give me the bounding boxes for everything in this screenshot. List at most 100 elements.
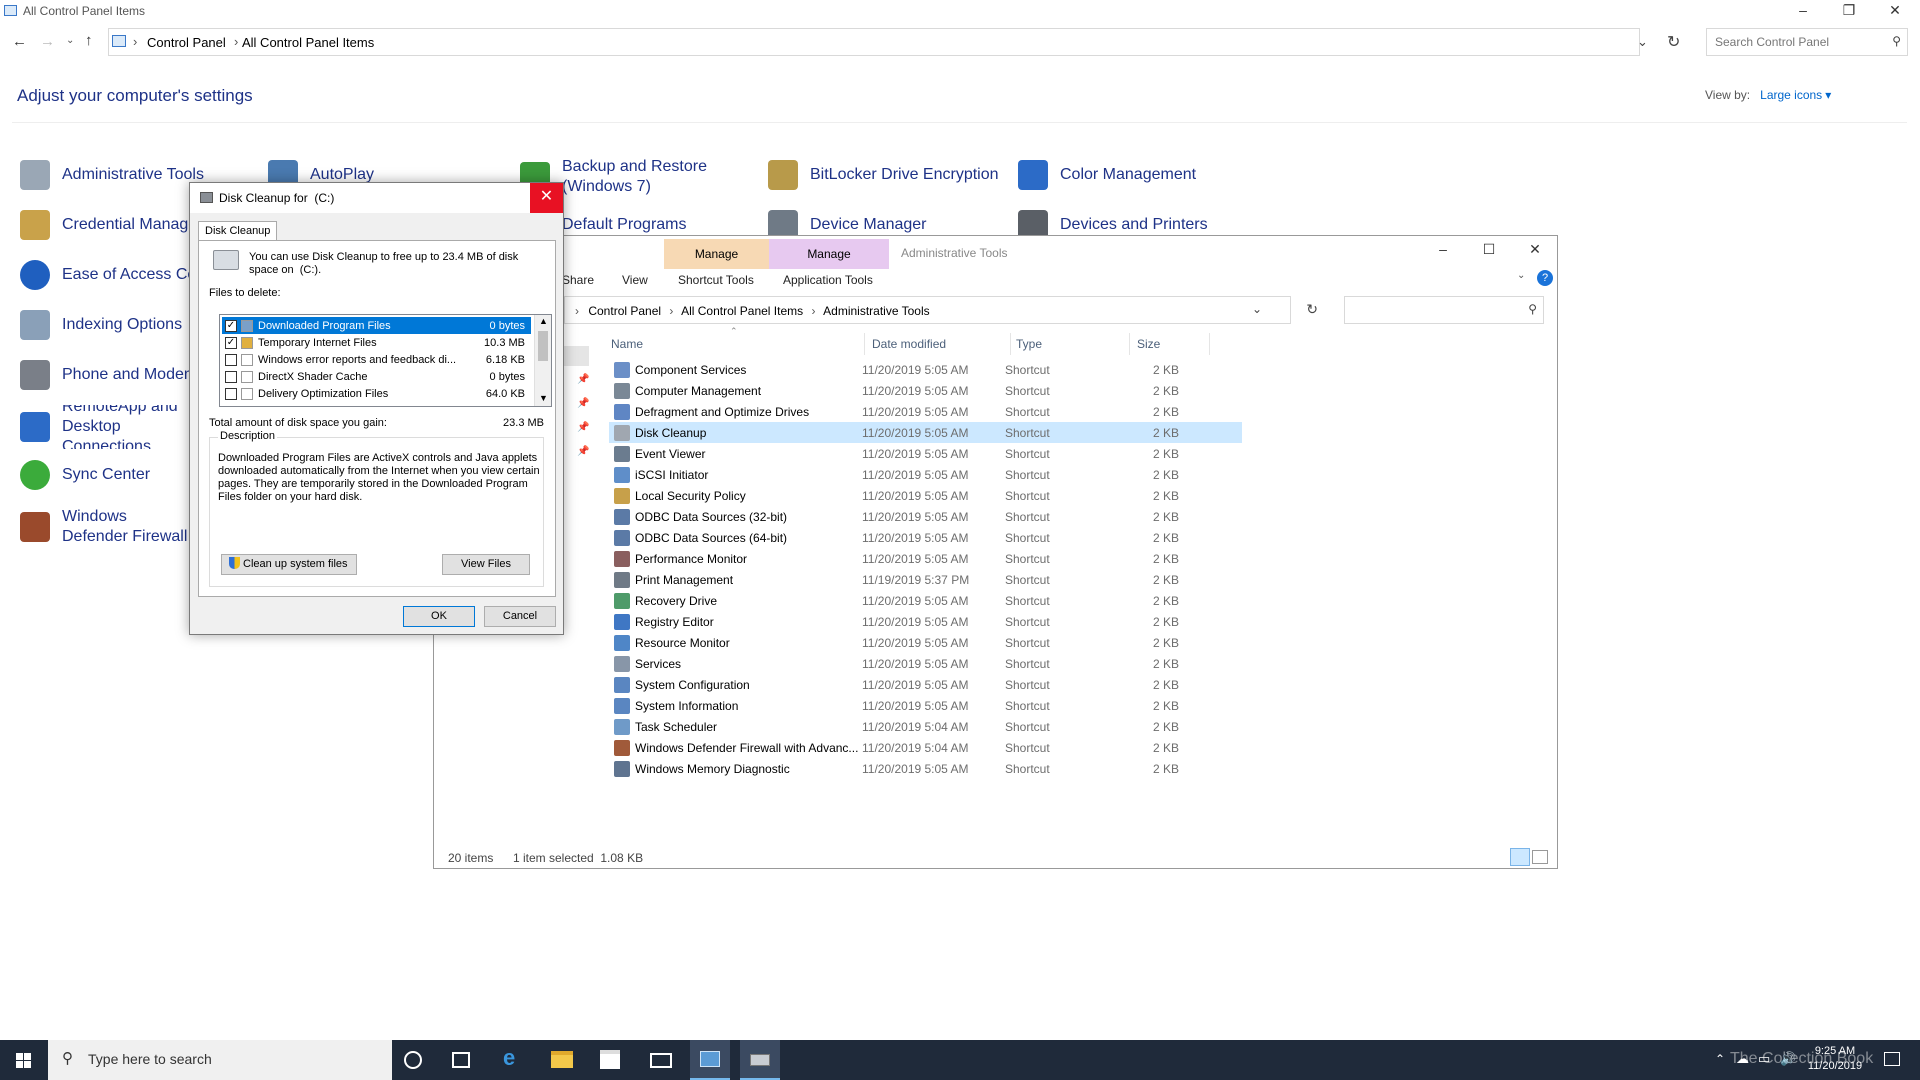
view-by-chevron-icon[interactable]: ▾: [1825, 88, 1831, 102]
address-dropdown-icon[interactable]: ⌄: [1252, 302, 1262, 316]
pin-icon[interactable]: 📌: [577, 398, 589, 409]
address-bar[interactable]: › Control Panel › All Control Panel Item…: [108, 28, 1648, 56]
breadcrumb-all-items[interactable]: All Control Panel Items: [681, 304, 803, 318]
files-to-delete-list[interactable]: ✓ Downloaded Program Files 0 bytes ✓ Tempora…: [219, 314, 552, 407]
cp-item-administrative-tools[interactable]: Administrative Tools: [20, 155, 204, 195]
start-button[interactable]: [0, 1040, 48, 1080]
tab-share[interactable]: Share: [562, 273, 594, 287]
details-view-icon[interactable]: [1510, 848, 1530, 866]
table-row[interactable]: Event Viewer 11/20/2019 5:05 AM Shortcut 2 …: [609, 443, 1242, 464]
file-checkbox[interactable]: ✓: [225, 336, 237, 349]
table-row[interactable]: Windows Memory Diagnostic 11/20/2019 5:05…: [609, 758, 1242, 779]
address-dropdown-icon[interactable]: ⌄: [1637, 34, 1648, 50]
task-view-icon[interactable]: [452, 1052, 470, 1068]
scroll-down-icon[interactable]: ▼: [539, 393, 548, 403]
column-divider[interactable]: [1010, 333, 1011, 355]
cp-item-credential-manager[interactable]: Credential Manager: [20, 205, 203, 245]
file-item[interactable]: Delivery Optimization Files 64.0 KB: [222, 385, 531, 402]
table-row[interactable]: Component Services 11/20/2019 5:05 AM Shor…: [609, 359, 1242, 380]
file-checkbox[interactable]: [225, 387, 237, 400]
notifications-icon[interactable]: [1884, 1052, 1900, 1066]
search-control-panel-input[interactable]: Search Control Panel ⚲: [1706, 28, 1908, 56]
mail-icon[interactable]: [650, 1053, 672, 1068]
column-divider[interactable]: [1129, 333, 1130, 355]
back-button[interactable]: ←: [12, 33, 27, 50]
close-button[interactable]: ✕: [1512, 239, 1558, 261]
tab-shortcut-tools[interactable]: Shortcut Tools: [678, 273, 754, 287]
table-row[interactable]: iSCSI Initiator 11/20/2019 5:05 AM Shortcu…: [609, 464, 1242, 485]
manage-shortcut-tab[interactable]: Manage: [664, 239, 769, 269]
volume-icon[interactable]: 🔊: [1780, 1051, 1796, 1067]
refresh-button[interactable]: ↻: [1667, 32, 1680, 52]
clock[interactable]: 9:25 AM 11/20/2019: [1800, 1044, 1870, 1074]
table-row[interactable]: Registry Editor 11/20/2019 5:05 AM Shortcu…: [609, 611, 1242, 632]
ribbon-expand-chevron-icon[interactable]: ⌄: [1517, 270, 1525, 281]
table-row[interactable]: ODBC Data Sources (64-bit) 11/20/2019 5:0…: [609, 527, 1242, 548]
breadcrumb-control-panel[interactable]: Control Panel: [147, 35, 226, 50]
refresh-icon[interactable]: ↻: [1306, 301, 1318, 318]
cp-item-firewall[interactable]: Windows Defender Firewall: [20, 505, 190, 549]
file-item[interactable]: Windows error reports and feedback di...…: [222, 351, 531, 368]
edge-icon[interactable]: e: [503, 1045, 527, 1070]
tray-chevron-icon[interactable]: ⌃: [1715, 1052, 1725, 1066]
cancel-button[interactable]: Cancel: [484, 606, 556, 627]
scroll-thumb[interactable]: [538, 331, 548, 361]
nav-selected-item[interactable]: [564, 346, 589, 366]
file-item[interactable]: ✓ Temporary Internet Files 10.3 MB: [222, 334, 531, 351]
view-by-dropdown[interactable]: Large icons: [1760, 88, 1822, 102]
table-row[interactable]: Task Scheduler 11/20/2019 5:04 AM Shortcut…: [609, 716, 1242, 737]
file-checkbox[interactable]: ✓: [225, 319, 237, 332]
table-row[interactable]: System Information 11/20/2019 5:05 AM Shor…: [609, 695, 1242, 716]
cp-item-color-management[interactable]: Color Management: [1018, 155, 1196, 195]
table-row[interactable]: Services 11/20/2019 5:05 AM Shortcut 2 KB: [609, 653, 1242, 674]
scroll-up-icon[interactable]: ▲: [539, 316, 548, 326]
taskbar-disk-cleanup-app[interactable]: [740, 1040, 780, 1080]
pin-icon[interactable]: 📌: [577, 446, 589, 457]
table-row[interactable]: Defragment and Optimize Drives 11/20/2019…: [609, 401, 1242, 422]
onedrive-icon[interactable]: ☁: [1736, 1051, 1749, 1067]
table-row[interactable]: ODBC Data Sources (32-bit) 11/20/2019 5:0…: [609, 506, 1242, 527]
help-icon[interactable]: ?: [1537, 270, 1553, 286]
table-row[interactable]: Recovery Drive 11/20/2019 5:05 AM Shortcut…: [609, 590, 1242, 611]
pin-icon[interactable]: 📌: [577, 374, 589, 385]
network-icon[interactable]: ▭: [1758, 1051, 1770, 1067]
table-row[interactable]: Performance Monitor 11/20/2019 5:05 AM Sho…: [609, 548, 1242, 569]
file-item[interactable]: DirectX Shader Cache 0 bytes: [222, 368, 531, 385]
pin-icon[interactable]: 📌: [577, 422, 589, 433]
column-header-name[interactable]: Name: [611, 337, 643, 351]
tab-view[interactable]: View: [622, 273, 648, 287]
close-button[interactable]: ✕: [1872, 0, 1918, 22]
cp-item-sync-center[interactable]: Sync Center: [20, 455, 150, 495]
tab-application-tools[interactable]: Application Tools: [783, 273, 873, 287]
manage-application-tab[interactable]: Manage: [769, 239, 889, 269]
address-bar[interactable]: › Control Panel › All Control Panel Item…: [564, 296, 1318, 324]
maximize-button[interactable]: ☐: [1466, 239, 1512, 261]
tab-disk-cleanup[interactable]: Disk Cleanup: [198, 221, 278, 241]
cp-item-bitlocker[interactable]: BitLocker Drive Encryption: [768, 155, 999, 195]
minimize-button[interactable]: –: [1780, 0, 1826, 22]
file-explorer-icon[interactable]: [551, 1051, 573, 1068]
forward-button[interactable]: →: [40, 33, 55, 50]
view-files-button[interactable]: View Files: [442, 554, 530, 575]
table-row[interactable]: Disk Cleanup 11/20/2019 5:05 AM Shortcut 2 …: [609, 422, 1242, 443]
minimize-button[interactable]: –: [1420, 239, 1466, 261]
taskbar-search-box[interactable]: ⚲ Type here to search: [48, 1040, 392, 1080]
up-button[interactable]: ↑: [85, 32, 93, 49]
column-header-size[interactable]: Size: [1137, 337, 1160, 351]
dialog-close-button[interactable]: ✕: [530, 183, 563, 213]
cortana-icon[interactable]: [404, 1051, 422, 1069]
column-header-type[interactable]: Type: [1016, 337, 1042, 351]
table-row[interactable]: Resource Monitor 11/20/2019 5:05 AM Shortc…: [609, 632, 1242, 653]
cp-item-indexing-options[interactable]: Indexing Options: [20, 305, 182, 345]
taskbar-control-panel-app[interactable]: [690, 1040, 730, 1080]
column-divider[interactable]: [864, 333, 865, 355]
breadcrumb-all-items[interactable]: All Control Panel Items: [242, 35, 374, 50]
column-header-date[interactable]: Date modified: [872, 337, 946, 351]
large-icons-view-icon[interactable]: [1532, 850, 1548, 864]
breadcrumb-control-panel[interactable]: Control Panel: [588, 304, 661, 318]
table-row[interactable]: Local Security Policy 11/20/2019 5:05 AM S…: [609, 485, 1242, 506]
clean-up-system-files-button[interactable]: Clean up system files: [221, 554, 357, 575]
file-item[interactable]: ✓ Downloaded Program Files 0 bytes: [222, 317, 531, 334]
store-icon[interactable]: [600, 1050, 620, 1069]
files-scrollbar[interactable]: ▲ ▼: [534, 315, 551, 406]
